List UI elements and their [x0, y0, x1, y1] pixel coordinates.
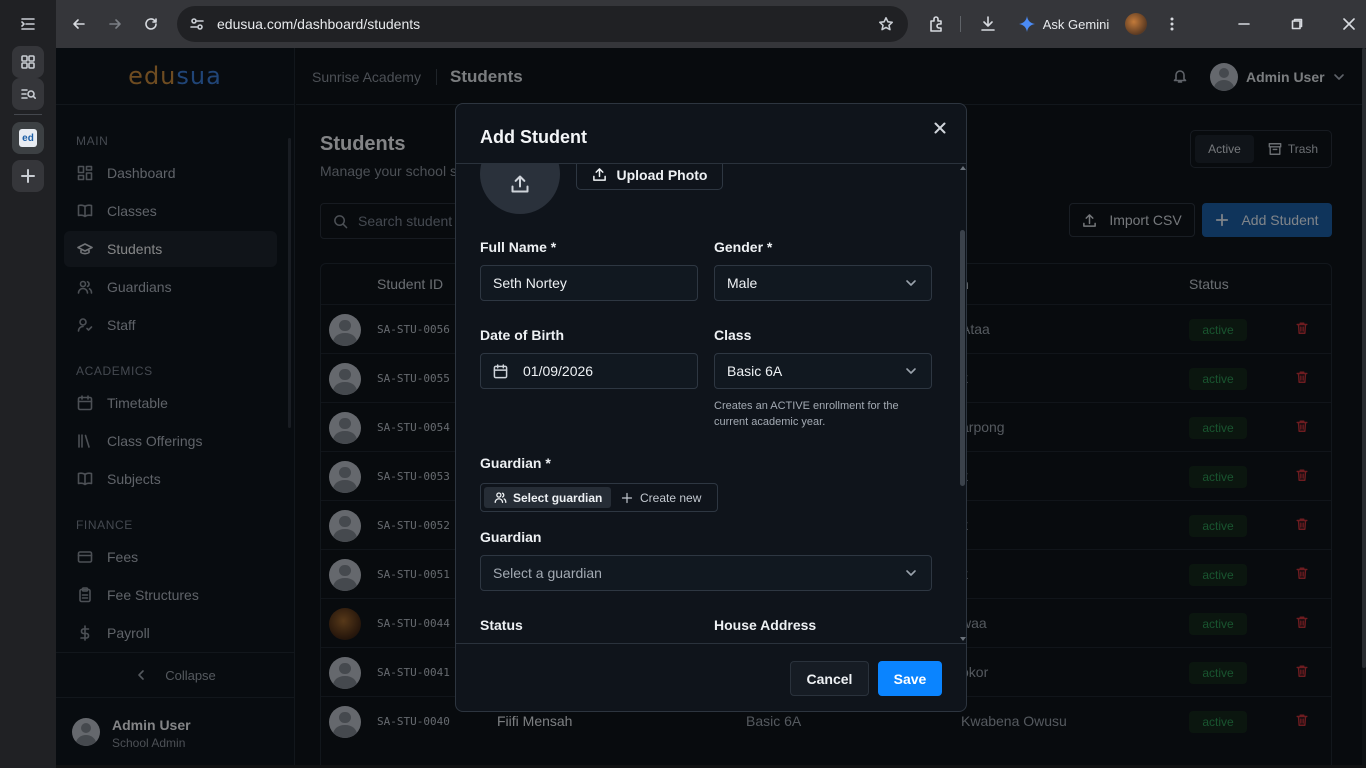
class-select[interactable]: Basic 6A: [714, 353, 932, 389]
gender-value: Male: [727, 275, 758, 291]
upload-photo-label: Upload Photo: [616, 166, 708, 183]
chevron-down-icon: [906, 280, 916, 286]
dialog-footer: Cancel Save: [456, 643, 966, 711]
vertical-tab-strip: ed: [0, 0, 56, 768]
bookmark-star-icon[interactable]: [878, 16, 894, 32]
guardian-mode-toggle: Select guardian Create new: [480, 483, 718, 512]
ask-gemini-label: Ask Gemini: [1042, 16, 1110, 32]
tab-edusua[interactable]: ed: [12, 122, 44, 154]
status-label: Status: [480, 617, 523, 633]
edusua-favicon: ed: [19, 129, 37, 147]
profile-avatar-icon[interactable]: [1124, 6, 1148, 42]
dob-input[interactable]: 01/09/2026: [480, 353, 698, 389]
gender-label: Gender *: [714, 239, 773, 255]
guardian-select[interactable]: Select a guardian: [480, 555, 932, 591]
tab-groups-icon[interactable]: [12, 46, 44, 78]
house-address-label: House Address: [714, 617, 817, 633]
users-icon: [494, 492, 507, 504]
chevron-down-icon: [906, 570, 916, 576]
dialog-body: Upload Photo Full Name * Seth Nortey Gen…: [456, 164, 966, 643]
photo-placeholder[interactable]: [480, 164, 560, 214]
reload-button[interactable]: [133, 6, 169, 42]
close-icon[interactable]: [934, 122, 946, 134]
upload-icon: [592, 168, 606, 181]
dob-label: Date of Birth: [480, 327, 564, 343]
address-bar[interactable]: edusua.com/dashboard/students: [177, 6, 908, 42]
site-info-icon[interactable]: [189, 16, 205, 32]
tab-select-guardian-label: Select guardian: [513, 490, 603, 505]
guardian-placeholder: Select a guardian: [493, 565, 602, 581]
calendar-icon: [493, 363, 508, 378]
full-name-value: Seth Nortey: [493, 275, 567, 291]
browser-menu-icon[interactable]: [1160, 6, 1184, 42]
tab-create-new-label: Create new: [640, 490, 702, 505]
back-button[interactable]: [61, 6, 97, 42]
collapse-tabs-icon[interactable]: [12, 8, 44, 40]
class-help-text: Creates an ACTIVE enrollment for the cur…: [714, 400, 899, 428]
dob-value: 01/09/2026: [523, 363, 594, 379]
tab-search-icon[interactable]: [12, 78, 44, 110]
browser-toolbar: edusua.com/dashboard/students Ask Gemini: [56, 0, 1366, 48]
forward-button[interactable]: [97, 6, 133, 42]
dialog-scrollbar[interactable]: [958, 164, 966, 643]
new-tab-button[interactable]: [12, 160, 44, 192]
class-label: Class: [714, 327, 752, 343]
gemini-sparkle-icon: [1018, 16, 1035, 32]
restore-window-icon[interactable]: [1281, 6, 1313, 42]
ask-gemini-button[interactable]: Ask Gemini: [1014, 6, 1114, 42]
cancel-button[interactable]: Cancel: [790, 661, 869, 696]
class-value: Basic 6A: [727, 363, 783, 379]
tab-create-new[interactable]: Create new: [621, 487, 701, 508]
chevron-down-icon: [906, 368, 916, 374]
minimize-window-icon[interactable]: [1228, 6, 1260, 42]
upload-photo-button[interactable]: Upload Photo: [576, 164, 723, 190]
url-text: edusua.com/dashboard/students: [217, 16, 421, 32]
extensions-icon[interactable]: [920, 6, 952, 42]
dialog-header: Add Student: [456, 104, 966, 164]
tab-select-guardian[interactable]: Select guardian: [484, 487, 611, 508]
plus-icon: [621, 492, 633, 503]
save-button[interactable]: Save: [878, 661, 942, 696]
add-student-dialog: Add Student Upload Photo Full Name * Set…: [455, 103, 967, 712]
close-window-icon[interactable]: [1333, 6, 1365, 42]
upload-icon: [511, 175, 529, 193]
downloads-icon[interactable]: [972, 6, 1004, 42]
gender-select[interactable]: Male: [714, 265, 932, 301]
full-name-input[interactable]: Seth Nortey: [480, 265, 698, 301]
guardian-label: Guardian: [480, 529, 542, 545]
guardian-mode-label: Guardian *: [480, 455, 551, 471]
full-name-label: Full Name *: [480, 239, 557, 255]
dialog-title: Add Student: [480, 127, 587, 147]
